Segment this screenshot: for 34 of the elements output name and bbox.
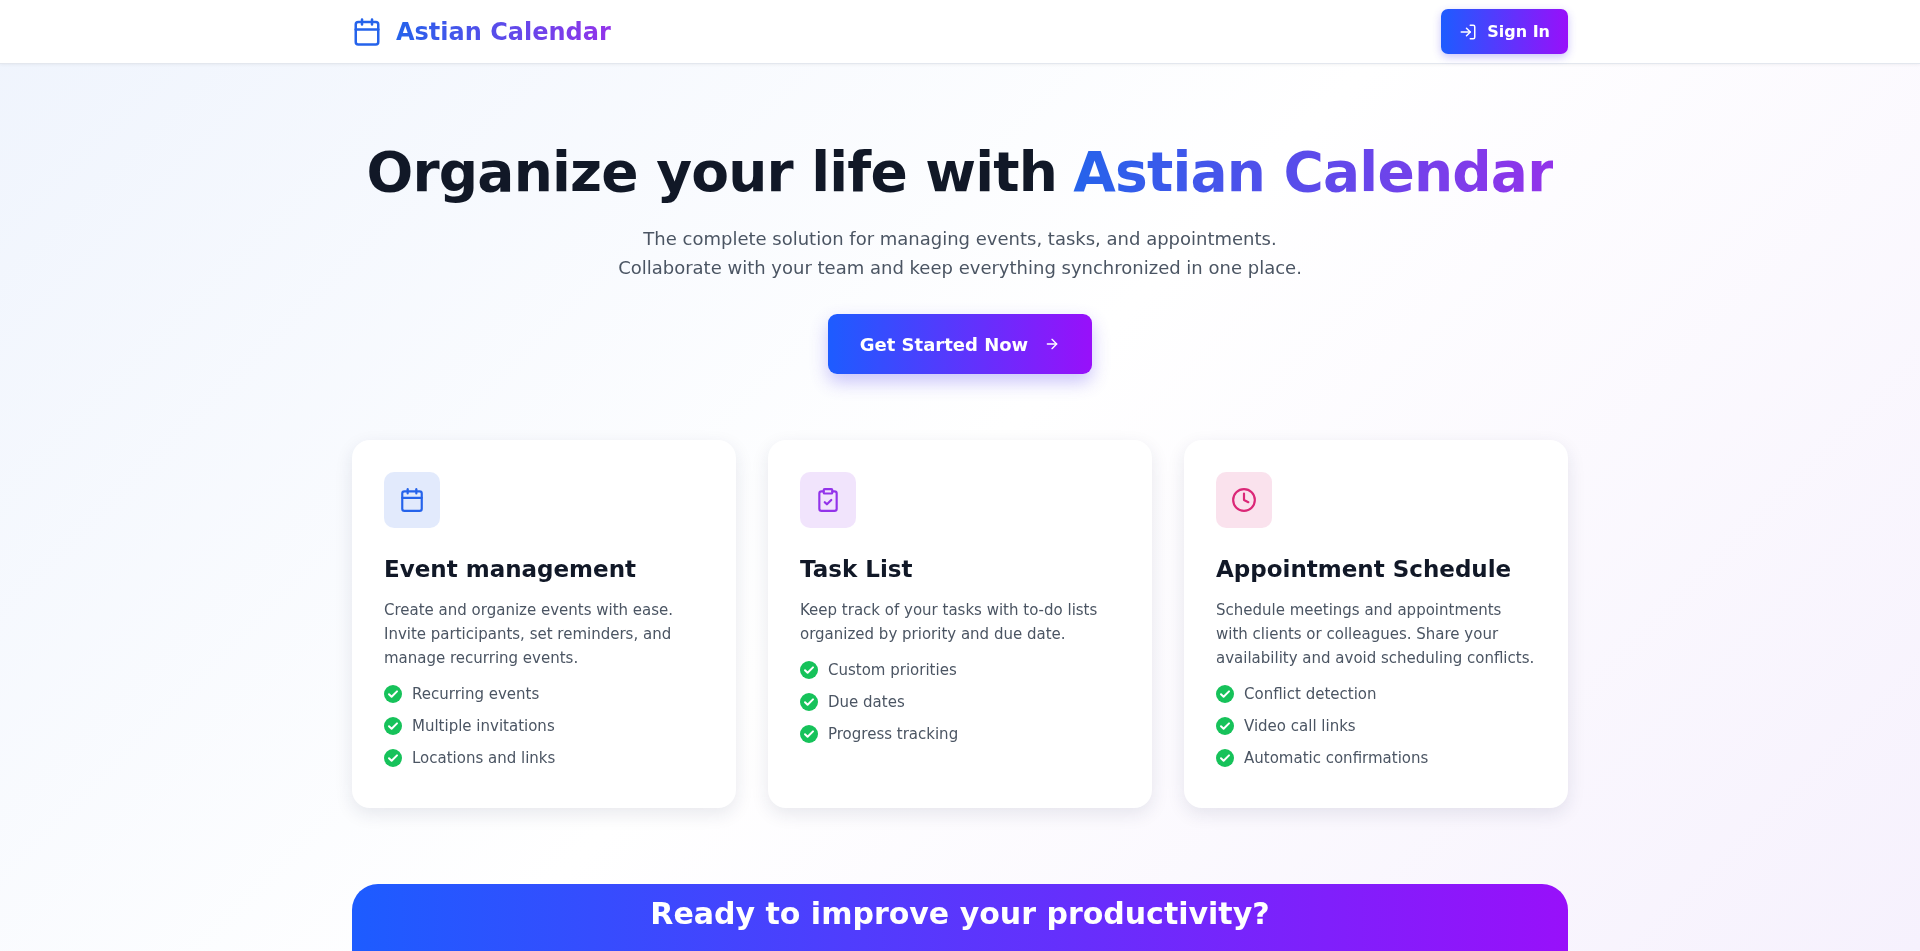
feature-title: Event management [384, 556, 638, 582]
check-icon [800, 725, 818, 743]
check-icon [800, 661, 818, 679]
calendar-icon [399, 487, 425, 513]
feature-point: Conflict detection [1244, 684, 1377, 705]
banner-title: Ready to improve your productivity? [650, 896, 1270, 933]
feature-point: Multiple invitations [412, 716, 555, 737]
feature-title: Task List [800, 556, 914, 582]
check-icon [1216, 717, 1234, 735]
check-icon [384, 717, 402, 735]
feature-point: Custom priorities [828, 660, 957, 681]
get-started-button[interactable]: Get Started Now [827, 314, 1093, 374]
feature-description: Create and organize events with ease. Invite participants, set reminders, and manage recurring events. [384, 600, 675, 669]
check-icon [384, 685, 402, 703]
check-icon [1216, 749, 1234, 767]
hero-subtitle: The complete solution for managing events, tasks, and appointments. Collaborate with your team and keep everything synchronized in one place. [618, 227, 1302, 280]
sign-in-button[interactable]: Sign In [1441, 9, 1568, 54]
check-icon [800, 693, 818, 711]
clipboard-check-icon [815, 487, 841, 513]
check-icon [1216, 685, 1234, 703]
hero-title: Organize your life with [366, 140, 1058, 204]
feature-point: Locations and links [412, 748, 556, 769]
feature-description: Keep track of your tasks with to-do lists organized by priority and due date. [800, 600, 1099, 645]
feature-point: Progress tracking [828, 724, 959, 745]
feature-point: Due dates [828, 692, 905, 713]
feature-description: Schedule meetings and appointments with clients or colleagues. Share your availability and avoid scheduling conflicts. [1216, 600, 1536, 669]
feature-point: Recurring events [412, 684, 540, 705]
clock-icon [1231, 487, 1257, 513]
feature-point: Automatic confirmations [1244, 748, 1429, 769]
check-icon [384, 749, 402, 767]
feature-title: Appointment Schedule [1216, 556, 1513, 582]
sign-in-icon [1459, 22, 1478, 41]
feature-point: Video call links [1244, 716, 1356, 737]
calendar-icon [352, 16, 382, 47]
